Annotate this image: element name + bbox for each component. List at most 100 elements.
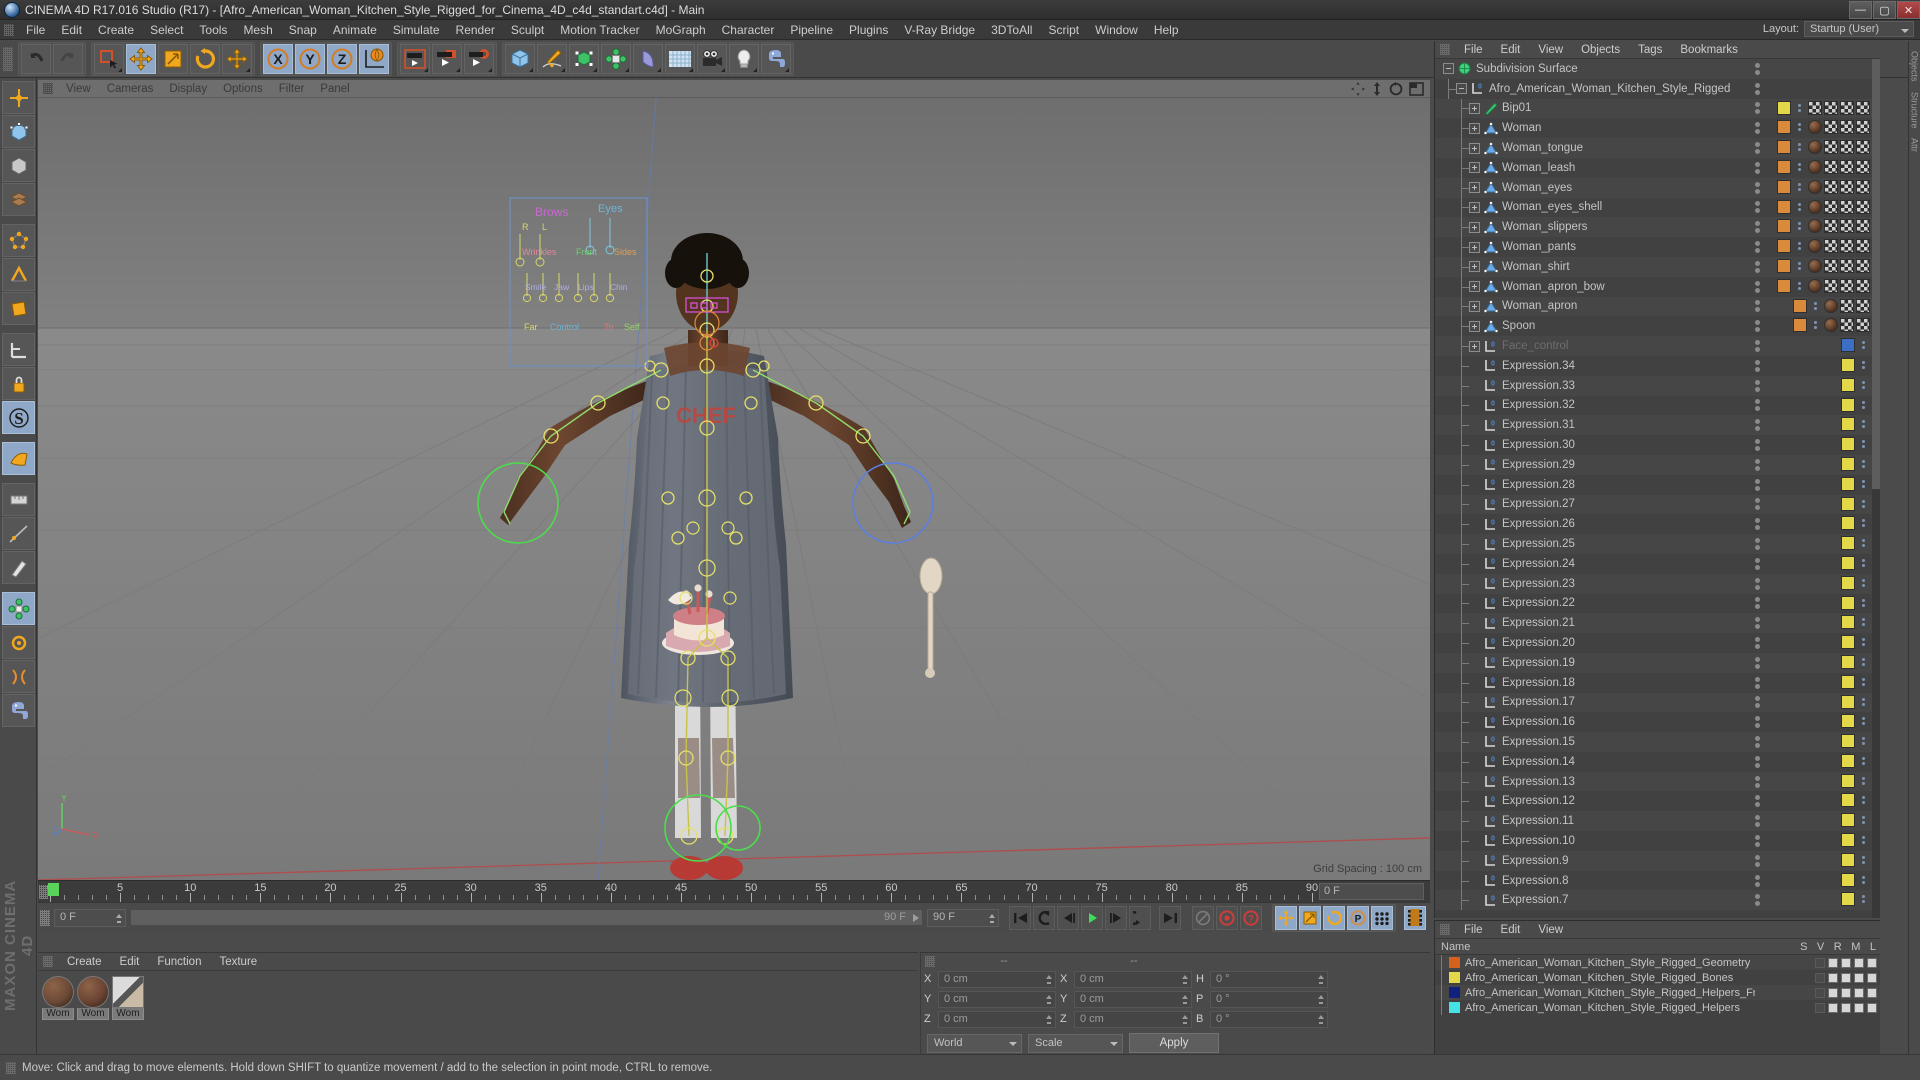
- texture-tag-icon[interactable]: [1856, 159, 1870, 174]
- object-tree-scrollbar[interactable]: [1872, 59, 1880, 918]
- object-tree-row[interactable]: Woman_eyes: [1435, 177, 1872, 198]
- visibility-dots[interactable]: [1755, 359, 1760, 372]
- layer-color-tag[interactable]: [1841, 773, 1855, 788]
- object-tree-row[interactable]: 0 Expression.31: [1435, 415, 1872, 436]
- object-tree-row[interactable]: 0 Expression.17: [1435, 692, 1872, 713]
- rotate-view-icon[interactable]: [1389, 82, 1403, 96]
- object-manager-grip-icon[interactable]: [1440, 44, 1450, 55]
- layer-color-tag[interactable]: [1777, 100, 1791, 115]
- material-tag-icon[interactable]: [1808, 159, 1822, 174]
- layer-color-tag[interactable]: [1777, 140, 1791, 155]
- menu-sculpt[interactable]: Sculpt: [503, 21, 552, 39]
- visibility-dots[interactable]: [1755, 260, 1760, 273]
- deformer-palette-icon[interactable]: [2, 592, 35, 625]
- object-menu-edit[interactable]: Edit: [1492, 43, 1530, 57]
- layer-color-tag[interactable]: [1777, 219, 1791, 234]
- object-tags[interactable]: [1841, 694, 1870, 709]
- visibility-dots[interactable]: [1755, 181, 1760, 194]
- tag-dots-icon[interactable]: [1793, 239, 1806, 253]
- visibility-dots[interactable]: [1755, 557, 1760, 570]
- tree-twirl-toggle[interactable]: [1469, 142, 1480, 154]
- layer-flags[interactable]: [1815, 987, 1877, 998]
- lock-axis-icon[interactable]: [2, 367, 35, 400]
- texture-tag-icon[interactable]: [1808, 100, 1822, 115]
- object-tags[interactable]: [1841, 456, 1870, 471]
- layer-flag-l[interactable]: [1867, 972, 1877, 983]
- size-y-field[interactable]: 0 cm: [1074, 990, 1192, 1008]
- object-tree-row[interactable]: 0 Expression.18: [1435, 672, 1872, 693]
- layer-color-tag[interactable]: [1841, 674, 1855, 689]
- loop-icon[interactable]: [1129, 905, 1151, 930]
- layer-flags[interactable]: [1815, 972, 1877, 983]
- tag-dots-icon[interactable]: [1857, 873, 1870, 887]
- object-tags[interactable]: [1777, 278, 1870, 293]
- visibility-dots[interactable]: [1755, 320, 1760, 333]
- layer-menu-file[interactable]: File: [1455, 923, 1492, 937]
- object-tree-row[interactable]: Woman_shirt: [1435, 256, 1872, 277]
- tag-dots-icon[interactable]: [1793, 120, 1806, 134]
- menu-mesh[interactable]: Mesh: [235, 21, 280, 39]
- layer-flag-m[interactable]: [1854, 957, 1864, 968]
- menu-edit[interactable]: Edit: [53, 21, 90, 39]
- polygon-mode-icon[interactable]: [2, 292, 35, 325]
- material-tag-icon[interactable]: [1808, 179, 1822, 194]
- material-menu-texture[interactable]: Texture: [210, 955, 266, 969]
- dock-tab-attr[interactable]: Attr: [1910, 138, 1920, 152]
- layer-flag-s[interactable]: [1815, 972, 1825, 983]
- layer-flag-s[interactable]: [1815, 1002, 1825, 1013]
- pan-view-icon[interactable]: [1351, 82, 1365, 96]
- object-tags[interactable]: [1777, 140, 1870, 155]
- layer-color-tag[interactable]: [1841, 397, 1855, 412]
- tag-dots-icon[interactable]: [1857, 813, 1870, 827]
- layer-grip-icon[interactable]: [1440, 924, 1450, 935]
- texture-tag-icon[interactable]: [1840, 199, 1854, 214]
- menu-mograph[interactable]: MoGraph: [648, 21, 714, 39]
- visibility-dots[interactable]: [1755, 775, 1760, 788]
- object-tags[interactable]: [1841, 496, 1870, 511]
- object-menu-view[interactable]: View: [1529, 43, 1572, 57]
- visibility-dots[interactable]: [1755, 538, 1760, 551]
- object-tree-row[interactable]: Woman_apron_bow: [1435, 276, 1872, 297]
- menu-help[interactable]: Help: [1146, 21, 1187, 39]
- object-tree-row[interactable]: 0 Expression.32: [1435, 395, 1872, 416]
- viewport-grip-icon[interactable]: [43, 83, 53, 94]
- texture-tag-icon[interactable]: [1856, 239, 1870, 254]
- object-menu-objects[interactable]: Objects: [1572, 43, 1629, 57]
- menu-pipeline[interactable]: Pipeline: [782, 21, 841, 39]
- tag-dots-icon[interactable]: [1793, 160, 1806, 174]
- tag-dots-icon[interactable]: [1857, 853, 1870, 867]
- object-tree-row[interactable]: 0 Expression.22: [1435, 593, 1872, 614]
- object-tags[interactable]: [1841, 674, 1870, 689]
- layer-flag-r[interactable]: [1841, 987, 1851, 998]
- object-tree-row[interactable]: 0 Expression.12: [1435, 791, 1872, 812]
- tag-dots-icon[interactable]: [1857, 398, 1870, 412]
- tag-dots-icon[interactable]: [1857, 754, 1870, 768]
- key-position-icon[interactable]: [1275, 905, 1297, 930]
- next-frame-icon[interactable]: [1105, 905, 1127, 930]
- layer-menu-view[interactable]: View: [1529, 923, 1572, 937]
- material-tag-icon[interactable]: [1808, 239, 1822, 254]
- object-tags[interactable]: [1841, 734, 1870, 749]
- object-tree-row[interactable]: 0 Expression.34: [1435, 355, 1872, 376]
- spline-pen-icon[interactable]: [537, 44, 567, 74]
- tag-dots-icon[interactable]: [1857, 734, 1870, 748]
- layer-rows[interactable]: Afro_American_Woman_Kitchen_Style_Rigged…: [1435, 955, 1880, 1015]
- layer-flag-v[interactable]: [1828, 957, 1838, 968]
- move-axis-icon[interactable]: [222, 44, 252, 74]
- world-coordinate-icon[interactable]: [359, 44, 389, 74]
- object-tree-row[interactable]: Bip01: [1435, 98, 1872, 119]
- render-view-icon[interactable]: [400, 44, 430, 74]
- object-tree-row[interactable]: 0 Expression.27: [1435, 494, 1872, 515]
- coordinate-mode-select[interactable]: Scale: [1028, 1033, 1123, 1053]
- layer-color-tag[interactable]: [1841, 654, 1855, 669]
- menu-animate[interactable]: Animate: [325, 21, 385, 39]
- object-menu-bookmarks[interactable]: Bookmarks: [1671, 43, 1747, 57]
- previous-key-icon[interactable]: [1033, 905, 1055, 930]
- visibility-dots[interactable]: [1755, 142, 1760, 155]
- layer-flag-m[interactable]: [1854, 972, 1864, 983]
- menu-tools[interactable]: Tools: [191, 21, 235, 39]
- size-x-field[interactable]: 0 cm: [1074, 970, 1192, 988]
- play-forward-icon[interactable]: [1081, 905, 1103, 930]
- visibility-dots[interactable]: [1755, 735, 1760, 748]
- viewport-menu-options[interactable]: Options: [215, 82, 271, 96]
